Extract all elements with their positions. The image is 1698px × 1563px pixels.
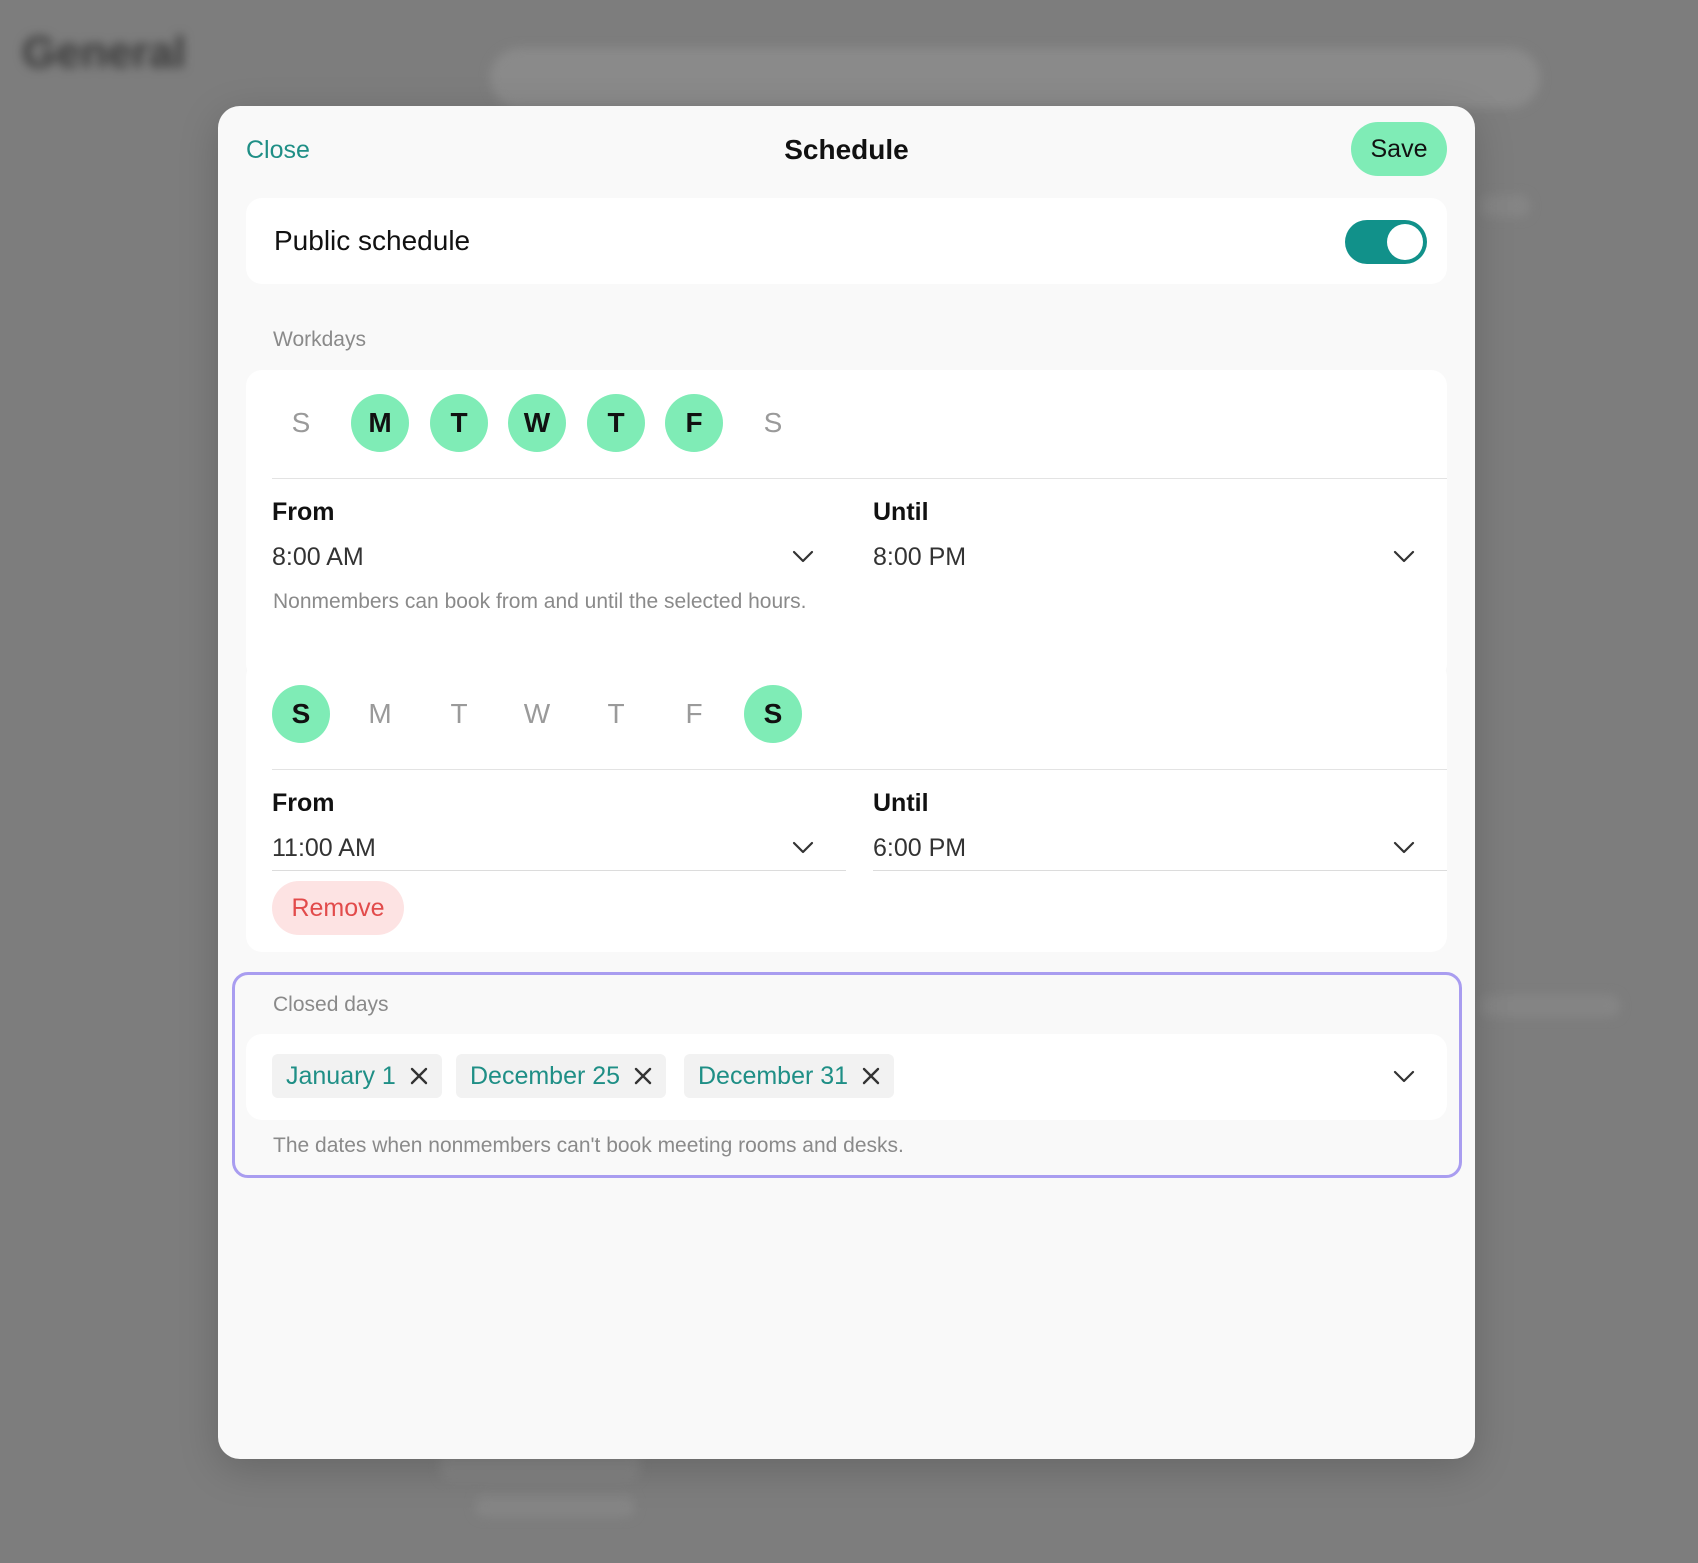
public-schedule-toggle[interactable] xyxy=(1345,220,1427,264)
closed-day-chip: January 1 xyxy=(272,1054,442,1098)
day-toggle-tuesday[interactable]: T xyxy=(430,394,488,452)
close-button[interactable]: Close xyxy=(246,136,310,165)
from-label: From xyxy=(272,789,335,817)
chip-label: January 1 xyxy=(286,1061,396,1090)
closed-days-select[interactable]: January 1 December 25 December 31 xyxy=(246,1034,1447,1120)
divider xyxy=(272,769,1447,770)
day-selector: S M T W T F S xyxy=(272,394,872,454)
day-toggle-monday[interactable]: M xyxy=(351,394,409,452)
chevron-down-icon[interactable] xyxy=(1393,841,1415,855)
day-toggle-wednesday[interactable]: W xyxy=(508,685,566,743)
day-toggle-sunday[interactable]: S xyxy=(272,394,330,452)
chip-label: December 31 xyxy=(698,1061,849,1090)
closed-day-chip: December 31 xyxy=(684,1054,895,1098)
closed-days-label: Closed days xyxy=(273,993,389,1016)
background-search-bar xyxy=(490,48,1540,108)
public-schedule-label: Public schedule xyxy=(274,225,471,256)
day-toggle-friday[interactable]: F xyxy=(665,394,723,452)
chip-label: December 25 xyxy=(470,1061,621,1090)
chevron-down-icon[interactable] xyxy=(1393,1070,1415,1084)
background-page-title: General xyxy=(22,28,186,77)
modal-title: Schedule xyxy=(784,134,909,165)
hours-hint: Nonmembers can book from and until the s… xyxy=(273,590,807,613)
closed-day-chip: December 25 xyxy=(456,1054,667,1098)
day-toggle-saturday[interactable]: S xyxy=(744,685,802,743)
public-schedule-card: Public schedule xyxy=(246,198,1447,284)
chevron-down-icon[interactable] xyxy=(792,550,814,564)
chevron-down-icon[interactable] xyxy=(792,841,814,855)
schedule-modal: Close Schedule Save Public schedule Work… xyxy=(218,106,1475,1459)
day-toggle-thursday[interactable]: T xyxy=(587,394,645,452)
day-toggle-wednesday[interactable]: W xyxy=(508,394,566,452)
background-block xyxy=(1480,995,1620,1017)
toggle-knob xyxy=(1387,224,1423,260)
modal-header: Close Schedule Save xyxy=(218,122,1475,180)
schedule-card-weekend: S M T W T F S From 11:00 AM Until 6:00 P… xyxy=(246,661,1447,952)
until-time-select[interactable]: 6:00 PM xyxy=(873,834,966,863)
save-button[interactable]: Save xyxy=(1351,122,1447,176)
chevron-down-icon[interactable] xyxy=(1393,550,1415,564)
background-block xyxy=(1480,195,1530,217)
close-icon[interactable] xyxy=(410,1067,428,1085)
workdays-label: Workdays xyxy=(273,328,366,351)
day-toggle-tuesday[interactable]: T xyxy=(430,685,488,743)
until-label: Until xyxy=(873,789,929,817)
from-underline xyxy=(272,870,846,871)
until-label: Until xyxy=(873,498,929,526)
close-icon[interactable] xyxy=(634,1067,652,1085)
day-toggle-sunday[interactable]: S xyxy=(272,685,330,743)
divider xyxy=(272,478,1447,479)
remove-schedule-button[interactable]: Remove xyxy=(272,881,404,935)
day-selector: S M T W T F S xyxy=(272,685,872,745)
day-toggle-thursday[interactable]: T xyxy=(587,685,645,743)
schedule-card-weekdays: S M T W T F S From 8:00 AM Until 8:00 PM xyxy=(246,370,1447,680)
day-toggle-friday[interactable]: F xyxy=(665,685,723,743)
from-label: From xyxy=(272,498,335,526)
from-time-select[interactable]: 11:00 AM xyxy=(272,834,376,863)
from-time-select[interactable]: 8:00 AM xyxy=(272,543,364,572)
day-toggle-saturday[interactable]: S xyxy=(744,394,802,452)
day-toggle-monday[interactable]: M xyxy=(351,685,409,743)
close-icon[interactable] xyxy=(862,1067,880,1085)
until-time-select[interactable]: 8:00 PM xyxy=(873,543,966,572)
closed-days-hint: The dates when nonmembers can't book mee… xyxy=(273,1134,904,1157)
background-block xyxy=(475,1495,635,1517)
until-underline xyxy=(873,870,1447,871)
